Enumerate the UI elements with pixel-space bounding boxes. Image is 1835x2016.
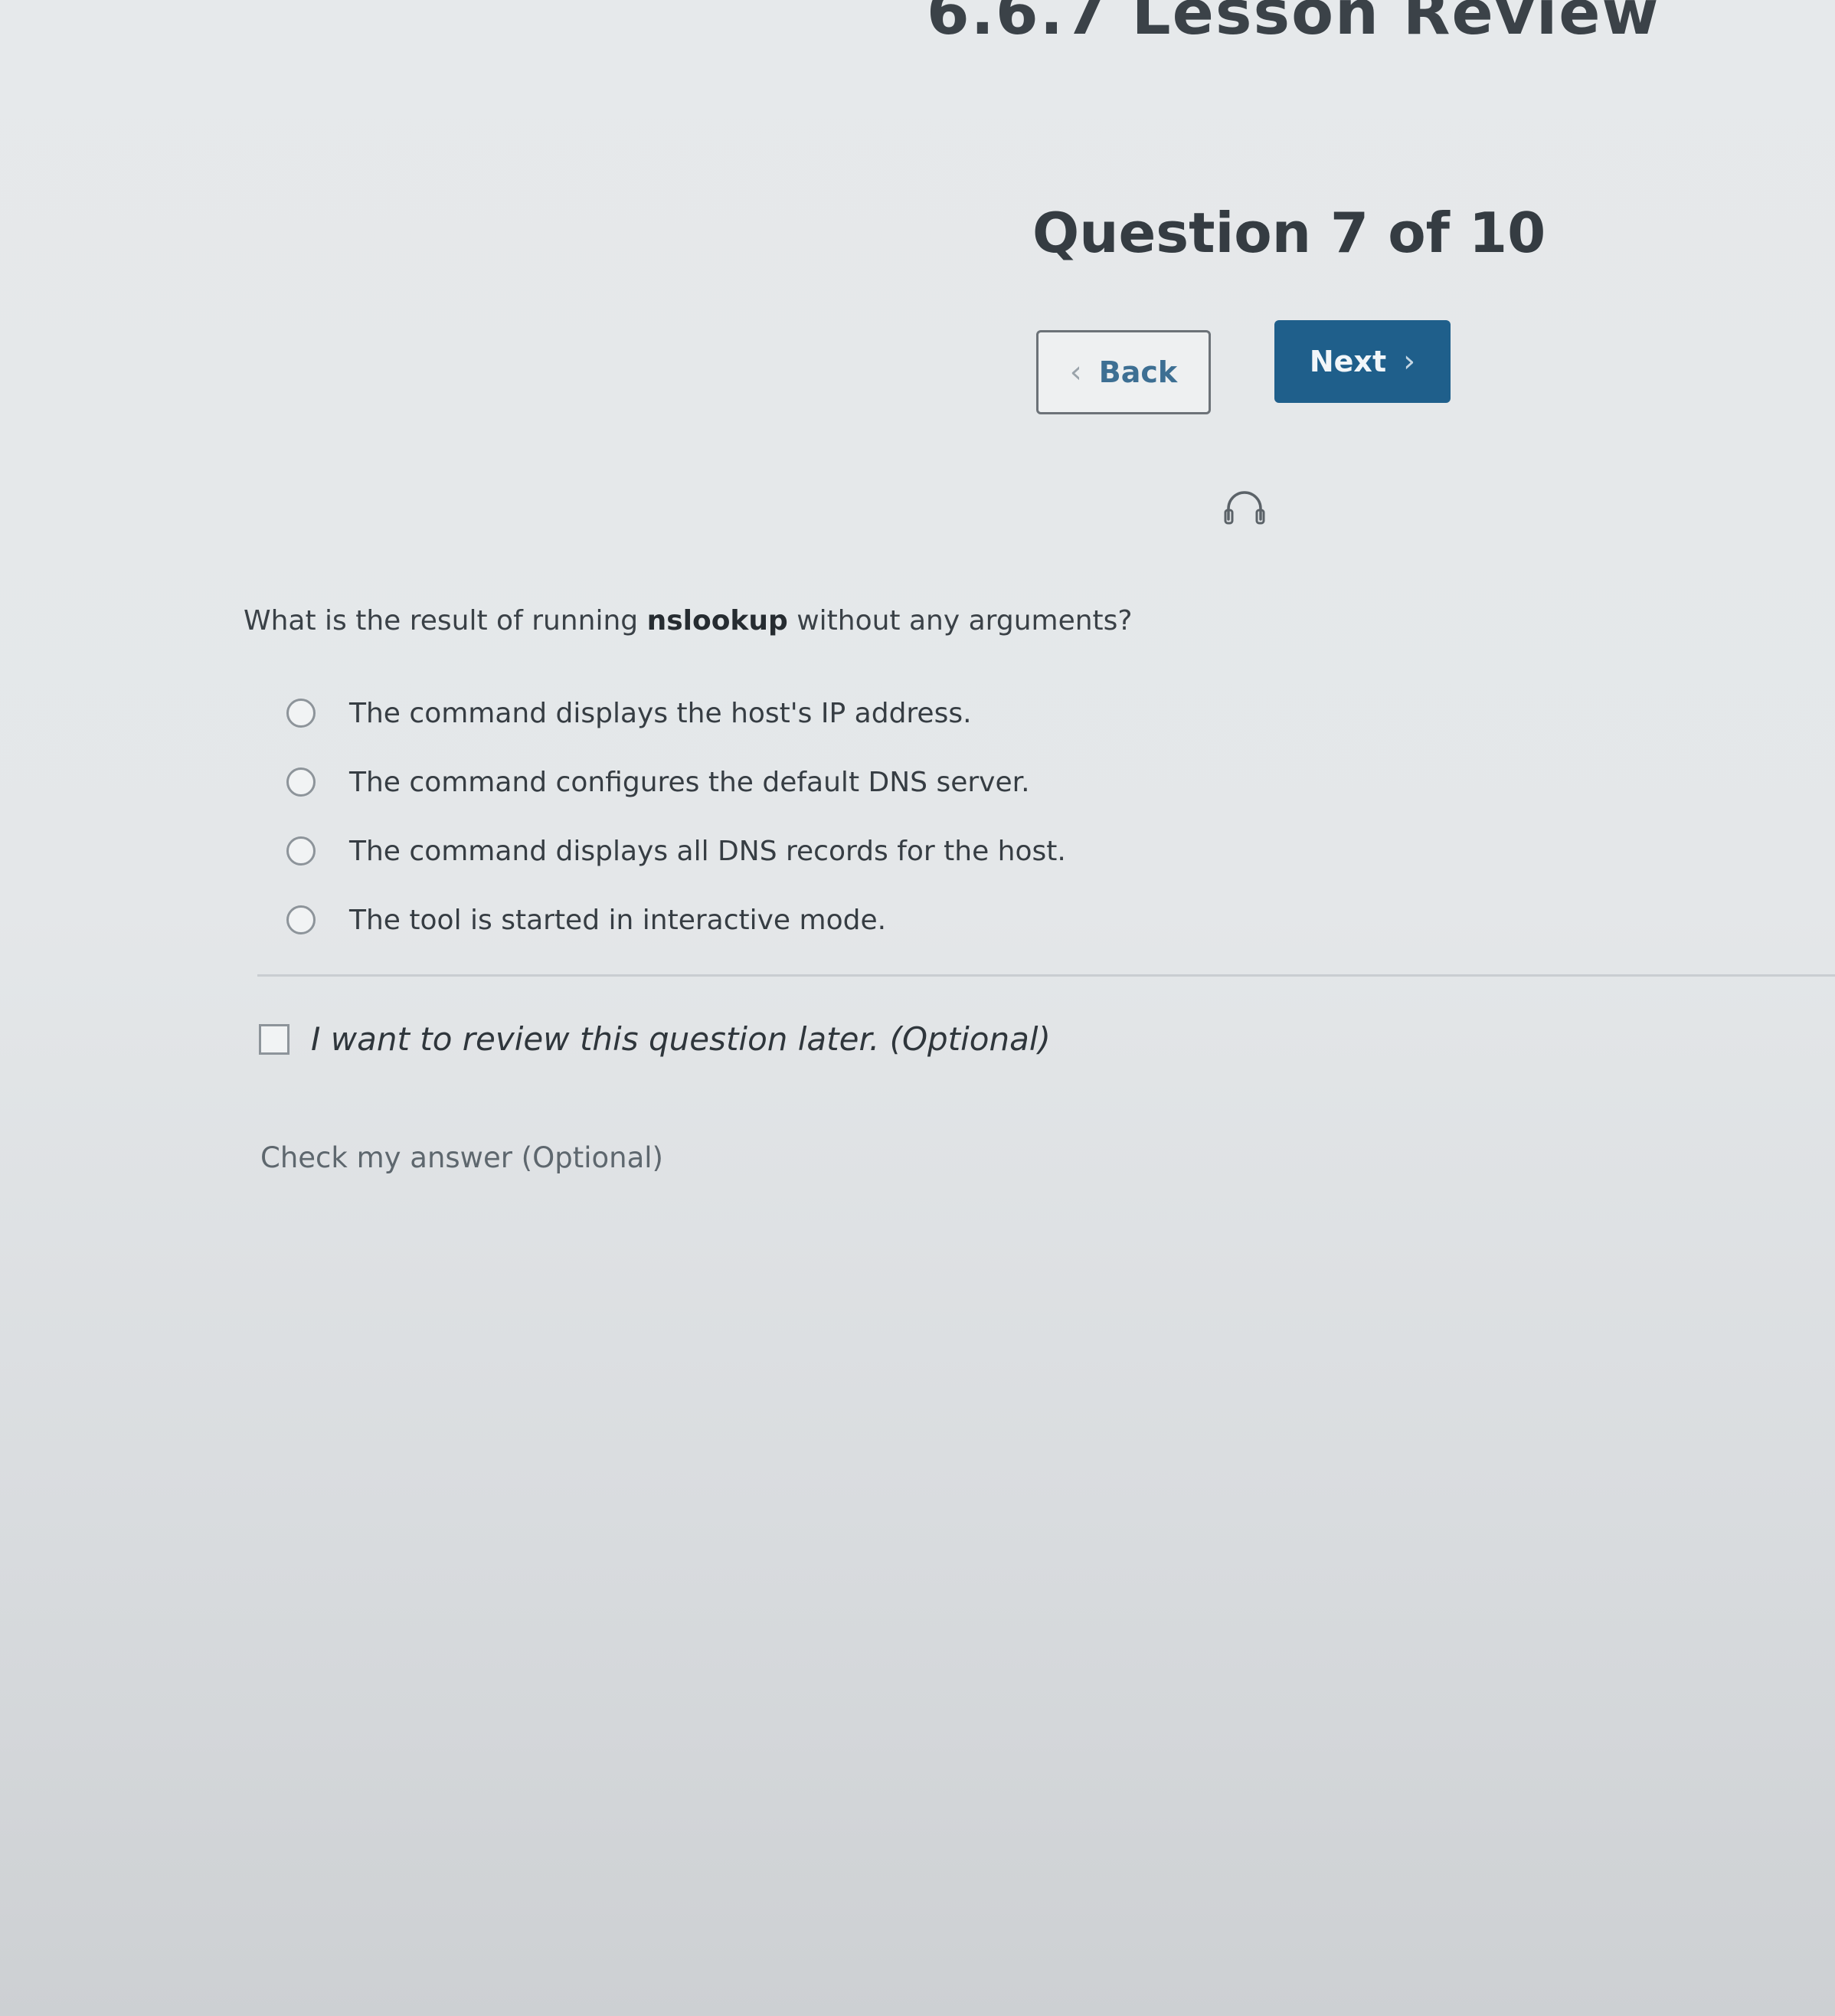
review-later-label: I want to review this question later. (O… — [311, 1020, 1051, 1058]
answer-option-label: The command displays the host's IP addre… — [349, 697, 972, 729]
review-later-checkbox[interactable] — [259, 1023, 289, 1055]
answer-option-label: The tool is started in interactive mode. — [349, 904, 887, 936]
back-button[interactable]: ‹ Back — [1036, 330, 1211, 414]
next-button[interactable]: Next › — [1274, 320, 1451, 403]
answer-options: The command displays the host's IP addre… — [286, 679, 1066, 954]
headphones-icon[interactable] — [1222, 489, 1267, 527]
question-command: nslookup — [646, 605, 788, 637]
question-suffix: without any arguments? — [787, 605, 1133, 637]
divider — [257, 974, 1835, 977]
answer-option-label: The command displays all DNS records for… — [349, 835, 1066, 867]
radio-button[interactable] — [286, 699, 316, 728]
radio-button[interactable] — [286, 767, 316, 797]
chevron-right-icon: › — [1403, 344, 1416, 379]
question-text: What is the result of running nslookup w… — [244, 605, 1133, 637]
back-button-label: Back — [1098, 355, 1178, 389]
answer-option-3[interactable]: The command displays all DNS records for… — [286, 817, 1066, 885]
question-counter: Question 7 of 10 — [1032, 201, 1546, 265]
radio-button[interactable] — [286, 836, 316, 866]
check-answer-link[interactable]: Check my answer (Optional) — [260, 1141, 663, 1174]
next-button-label: Next — [1309, 345, 1387, 378]
review-later-toggle[interactable]: I want to review this question later. (O… — [259, 1020, 1051, 1058]
page-title: 6.6.7 Lesson Review — [927, 0, 1660, 48]
answer-option-4[interactable]: The tool is started in interactive mode. — [286, 885, 1066, 954]
answer-option-2[interactable]: The command configures the default DNS s… — [286, 748, 1066, 817]
question-prefix: What is the result of running — [244, 605, 647, 637]
answer-option-label: The command configures the default DNS s… — [349, 766, 1030, 798]
chevron-left-icon: ‹ — [1069, 355, 1082, 390]
radio-button[interactable] — [286, 905, 316, 934]
answer-option-1[interactable]: The command displays the host's IP addre… — [286, 679, 1066, 748]
